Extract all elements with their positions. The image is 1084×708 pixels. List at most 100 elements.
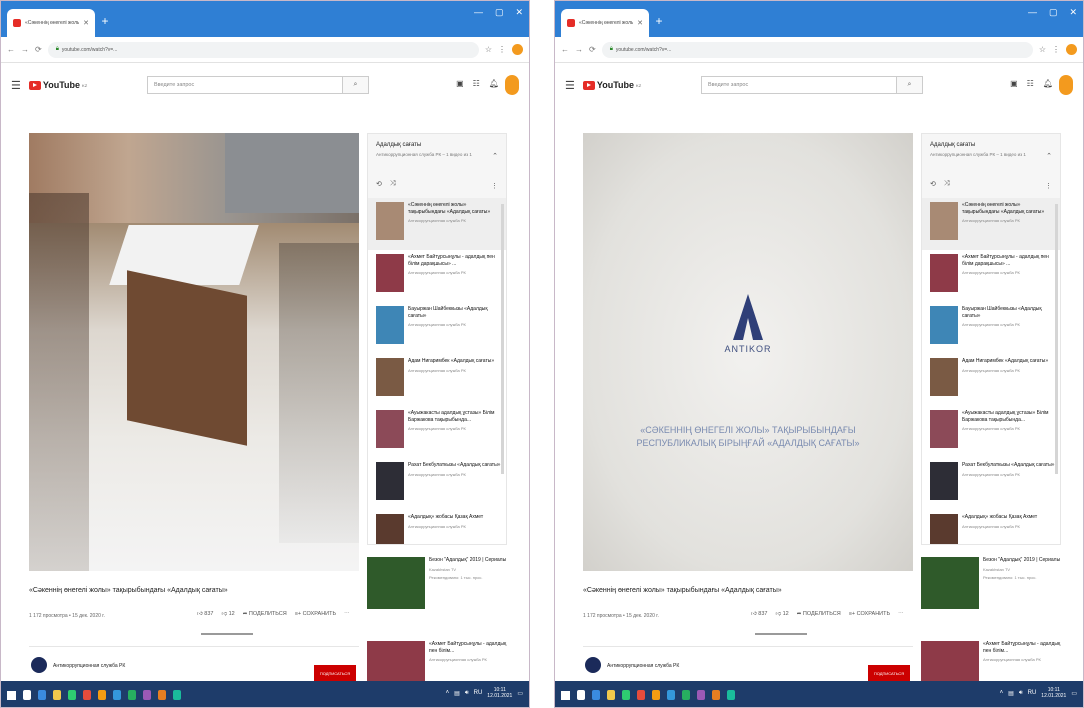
notifications-icon[interactable]: 🔔︎ xyxy=(1043,79,1053,88)
new-tab-icon[interactable]: + xyxy=(99,15,111,27)
playlist-item[interactable]: Адам Нигаримбек «Адалдық сағаты» Антикор… xyxy=(368,354,506,406)
star-icon[interactable]: ☆ xyxy=(1039,45,1046,54)
playlist-item[interactable]: Бауыржан Шайбеккызы «Адалдық сағаты» Ант… xyxy=(368,302,506,354)
tray-arrow-icon[interactable]: ˄ xyxy=(446,690,450,696)
search-input[interactable]: Введите запрос xyxy=(148,77,342,93)
forward-icon[interactable]: → xyxy=(21,45,29,54)
more-actions-icon[interactable]: ⋯ xyxy=(898,611,904,617)
playlist-thumbnail[interactable] xyxy=(930,410,958,448)
playlist-item[interactable]: Рахат Бекбулаткызы «Адалдық сағаты» Анти… xyxy=(368,458,506,510)
taskbar-app-icon[interactable] xyxy=(592,690,600,700)
taskbar-clock[interactable]: 10:11 12.01.2021 xyxy=(487,687,512,699)
profile-avatar[interactable] xyxy=(512,44,523,55)
dislike-button[interactable]: 👎︎ 12 xyxy=(221,611,234,617)
playlist-item[interactable]: «Адалдық» жобасы Қазақ Ахмет Антикоррупц… xyxy=(922,510,1060,544)
recommendation-title[interactable]: «Ахмет Байтұрсынұлы - адалдық пен білім.… xyxy=(429,641,507,654)
hamburger-menu-icon[interactable]: ☰ xyxy=(11,79,21,92)
recommendation-thumbnail[interactable] xyxy=(921,557,979,609)
taskbar-app-icon[interactable] xyxy=(113,690,121,700)
save-button[interactable]: ≡+ СОХРАНИТЬ xyxy=(295,611,336,617)
windows-start-icon[interactable] xyxy=(561,690,570,700)
playlist-item-title[interactable]: Рахат Бекбулаткызы «Адалдық сағаты» xyxy=(408,462,502,469)
playlist-item-title[interactable]: Бауыржан Шайбеккызы «Адалдық сағаты» xyxy=(408,306,502,319)
forward-icon[interactable]: → xyxy=(575,45,583,54)
taskbar-app-icon[interactable] xyxy=(173,690,181,700)
playlist-item[interactable]: «Сәкеннің өнегелі жолы» тақырыбындағы «А… xyxy=(368,198,506,250)
taskbar-app-icon[interactable] xyxy=(83,690,91,700)
playlist-item-title[interactable]: «Сәкеннің өнегелі жолы» тақырыбындағы «А… xyxy=(962,202,1056,215)
video-player[interactable]: ANTIKOR «СӘКЕННІҢ ӨНЕГЕЛІ ЖОЛЫ» ТАҚЫРЫБЫ… xyxy=(583,133,913,571)
maximize-icon[interactable]: ▢ xyxy=(1049,7,1058,18)
playlist-item[interactable]: «Ахмет Байтұрсынұлы - адалдық пен білім … xyxy=(922,250,1060,302)
create-video-icon[interactable]: ▣ xyxy=(456,79,464,88)
tray-arrow-icon[interactable]: ˄ xyxy=(1000,690,1004,696)
language-indicator[interactable]: RU xyxy=(474,690,483,696)
share-button[interactable]: ➦ ПОДЕЛИТЬСЯ xyxy=(797,611,841,617)
more-actions-icon[interactable]: ⋯ xyxy=(344,611,350,617)
notification-center-icon[interactable]: ▭ xyxy=(1071,690,1077,697)
collapse-icon[interactable]: ⌃ xyxy=(492,152,498,160)
playlist-thumbnail[interactable] xyxy=(376,462,404,500)
subscribe-button[interactable]: ПОДПИСАТЬСЯ xyxy=(314,665,356,681)
playlist-title[interactable]: Адалдық сағаты xyxy=(930,142,1052,148)
playlist-item-title[interactable]: Адам Нигаримбек «Адалдық сағаты» xyxy=(962,358,1056,365)
language-indicator[interactable]: RU xyxy=(1028,690,1037,696)
playlist-thumbnail[interactable] xyxy=(930,202,958,240)
search-button[interactable]: ⌕ xyxy=(342,77,368,93)
close-tab-icon[interactable]: ✕ xyxy=(637,19,643,27)
playlist-title[interactable]: Адалдық сағаты xyxy=(376,142,498,148)
taskbar-app-icon[interactable] xyxy=(38,690,46,700)
playlist-item[interactable]: «Ауыжакасты адалдық ұстазы» Білім Баржак… xyxy=(922,406,1060,458)
playlist-item[interactable]: Рахат Бекбулаткызы «Адалдық сағаты» Анти… xyxy=(922,458,1060,510)
playlist-thumbnail[interactable] xyxy=(376,514,404,544)
minimize-icon[interactable]: — xyxy=(1028,7,1037,18)
playlist-item-title[interactable]: «Адалдық» жобасы Қазақ Ахмет xyxy=(962,514,1056,521)
playlist-menu-icon[interactable]: ⋮ xyxy=(491,182,498,190)
youtube-logo[interactable]: YouTube KZ xyxy=(582,80,641,90)
url-field[interactable]: 🔒︎ youtube.com/watch?v=... xyxy=(47,41,479,58)
recommendation-title[interactable]: «Ахмет Байтұрсынұлы - адалдық пен білім.… xyxy=(983,641,1061,654)
playlist-item-title[interactable]: Бауыржан Шайбеккызы «Адалдық сағаты» xyxy=(962,306,1056,319)
taskbar-app-icon[interactable] xyxy=(697,690,705,700)
taskbar-app-icon[interactable] xyxy=(712,690,720,700)
playlist-scrollbar[interactable] xyxy=(501,204,504,474)
taskbar-app-icon[interactable] xyxy=(652,690,660,700)
back-icon[interactable]: ← xyxy=(561,45,569,54)
account-avatar[interactable] xyxy=(505,75,519,95)
playlist-item[interactable]: Бауыржан Шайбеккызы «Адалдық сағаты» Ант… xyxy=(922,302,1060,354)
playlist-item[interactable]: Адам Нигаримбек «Адалдық сағаты» Антикор… xyxy=(922,354,1060,406)
taskbar-app-icon[interactable] xyxy=(23,690,31,700)
new-tab-icon[interactable]: + xyxy=(653,15,665,27)
taskbar-app-icon[interactable] xyxy=(682,690,690,700)
shuffle-icon[interactable]: ⤨ xyxy=(390,180,396,188)
channel-name[interactable]: Антикоррупционная служба РК xyxy=(607,663,679,669)
playlist-thumbnail[interactable] xyxy=(930,358,958,396)
taskbar-app-icon[interactable] xyxy=(158,690,166,700)
youtube-logo[interactable]: YouTube KZ xyxy=(28,80,87,90)
collapse-icon[interactable]: ⌃ xyxy=(1046,152,1052,160)
apps-icon[interactable]: ☷ xyxy=(1027,79,1034,88)
back-icon[interactable]: ← xyxy=(7,45,15,54)
extension-icon[interactable]: ⋮ xyxy=(498,45,506,54)
account-avatar[interactable] xyxy=(1059,75,1073,95)
playlist-thumbnail[interactable] xyxy=(930,514,958,544)
recommendation-item[interactable]: Безон "Адалдық" 2019 | Сериалы Kazakhsta… xyxy=(921,557,1061,613)
volume-icon[interactable]: 🔊︎ xyxy=(465,690,469,697)
playlist-item[interactable]: «Ауыжакасты адалдық ұстазы» Білім Баржак… xyxy=(368,406,506,458)
browser-tab[interactable]: «Сәкеннің өнегелі жолы» ... ✕ xyxy=(7,9,95,37)
apps-icon[interactable]: ☷ xyxy=(473,79,480,88)
taskbar-app-icon[interactable] xyxy=(577,690,585,700)
taskbar-app-icon[interactable] xyxy=(143,690,151,700)
close-tab-icon[interactable]: ✕ xyxy=(83,19,89,27)
subscribe-button[interactable]: ПОДПИСАТЬСЯ xyxy=(868,665,910,681)
playlist-scrollbar[interactable] xyxy=(1055,204,1058,474)
channel-name[interactable]: Антикоррупционная служба РК xyxy=(53,663,125,669)
playlist-thumbnail[interactable] xyxy=(376,358,404,396)
network-icon[interactable]: ▤ xyxy=(1008,690,1014,697)
browser-tab[interactable]: «Сәкеннің өнегелі жолы» ... ✕ xyxy=(561,9,649,37)
maximize-icon[interactable]: ▢ xyxy=(495,7,504,18)
like-button[interactable]: 👍︎ 837 xyxy=(751,611,767,617)
windows-start-icon[interactable] xyxy=(7,690,16,700)
loop-icon[interactable]: ⟲ xyxy=(376,180,382,188)
playlist-item[interactable]: «Сәкеннің өнегелі жолы» тақырыбындағы «А… xyxy=(922,198,1060,250)
